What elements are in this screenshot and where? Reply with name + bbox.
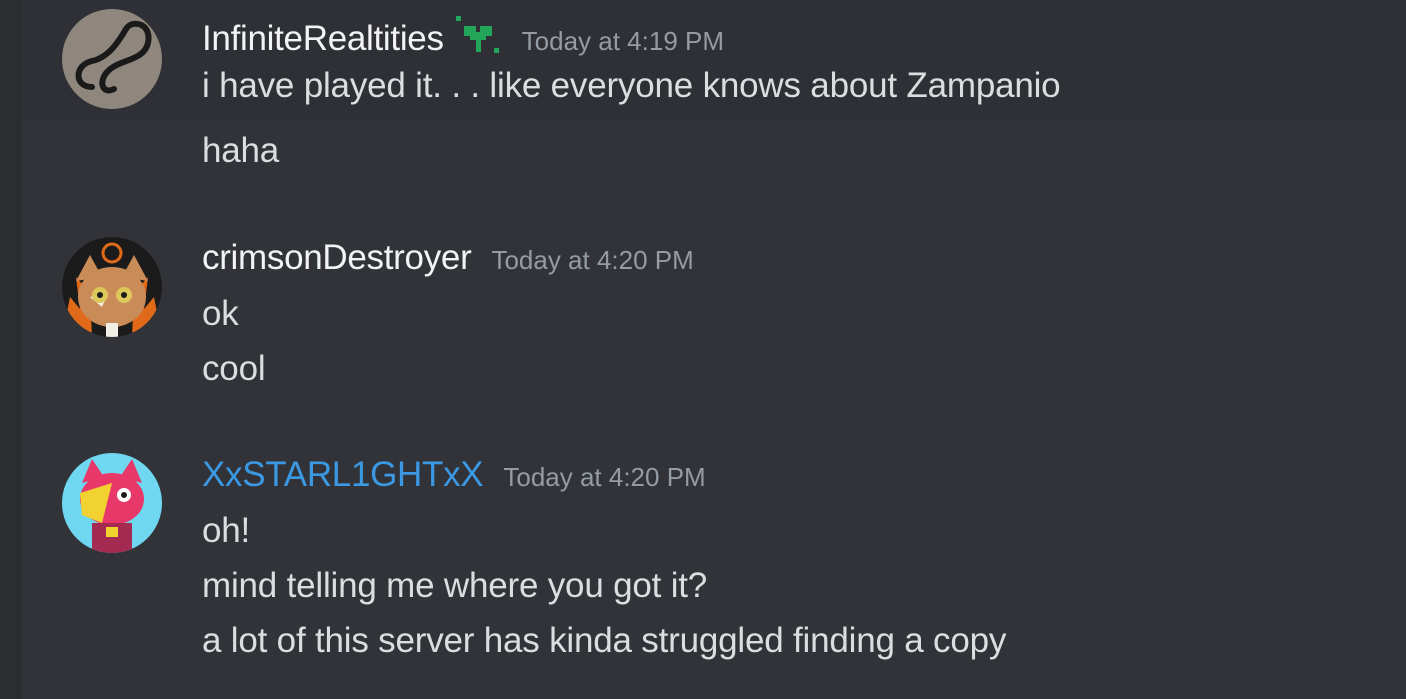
- green-sprout-icon[interactable]: [454, 16, 502, 56]
- left-sidebar-edge: [0, 0, 22, 699]
- username[interactable]: crimsonDestroyer: [202, 238, 472, 278]
- cat-avatar-icon: [62, 237, 162, 337]
- username[interactable]: XxSTARL1GHTxX: [202, 455, 484, 495]
- message-text: mind telling me where you got it?: [202, 566, 708, 605]
- infinity-avatar-icon: [62, 9, 162, 109]
- avatar[interactable]: [62, 9, 162, 109]
- message-text: i have played it. . . like everyone know…: [202, 66, 1061, 105]
- message-text: ok: [202, 294, 239, 333]
- message-text: haha: [202, 131, 280, 170]
- avatar[interactable]: [62, 237, 162, 337]
- pink-cat-avatar-icon: [62, 453, 162, 553]
- message-header: crimsonDestroyer Today at 4:20 PM: [202, 238, 694, 278]
- avatar[interactable]: [62, 453, 162, 553]
- timestamp[interactable]: Today at 4:19 PM: [522, 26, 724, 57]
- timestamp[interactable]: Today at 4:20 PM: [503, 462, 705, 493]
- username[interactable]: InfiniteRealtities: [202, 19, 444, 59]
- message-text: cool: [202, 349, 266, 388]
- timestamp[interactable]: Today at 4:20 PM: [491, 245, 693, 276]
- message-text: oh!: [202, 511, 251, 550]
- message-list: InfiniteRealtities Today at 4:19 PM i ha…: [22, 0, 1406, 699]
- message-header: XxSTARL1GHTxX Today at 4:20 PM: [202, 455, 706, 495]
- message-text: a lot of this server has kinda struggled…: [202, 621, 1007, 660]
- message-header: InfiniteRealtities Today at 4:19 PM: [202, 10, 724, 59]
